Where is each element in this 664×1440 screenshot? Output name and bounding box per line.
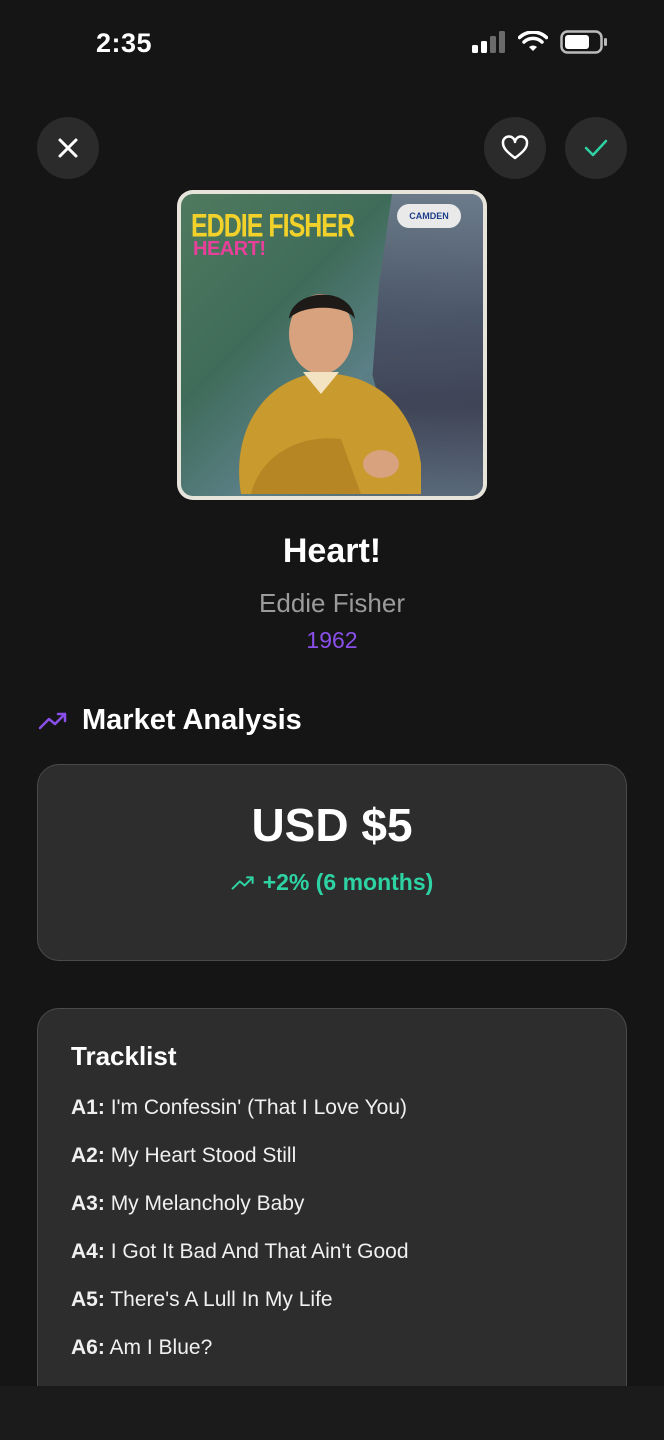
- close-icon: [58, 138, 78, 158]
- favorite-button[interactable]: [484, 117, 546, 179]
- trending-up-icon: [231, 875, 254, 890]
- track-name: My Melancholy Baby: [110, 1192, 305, 1215]
- heart-icon: [501, 135, 529, 160]
- market-price: USD $5: [251, 799, 413, 851]
- album-cover-art: EDDIE FISHER HEART! CAMDEN: [181, 194, 483, 496]
- record-detail-screen: 2:35 EDDIE FISHER HEART! CAMDEN Heart! E…: [0, 0, 664, 1440]
- track-position: A6:: [71, 1336, 105, 1359]
- track-position: A2:: [71, 1144, 105, 1167]
- cover-title-text: HEART!: [193, 238, 266, 260]
- price-change: +2% (6 months): [0, 869, 664, 896]
- wifi-icon: [518, 31, 548, 51]
- market-analysis-label: Market Analysis: [82, 704, 302, 736]
- track-item: A3: My Melancholy Baby: [71, 1192, 409, 1240]
- track-position: A1:: [71, 1096, 105, 1119]
- track-name: I Got It Bad And That Ain't Good: [110, 1240, 409, 1263]
- track-name: My Heart Stood Still: [110, 1144, 297, 1167]
- status-icons: [472, 30, 608, 54]
- track-position: A4:: [71, 1240, 105, 1263]
- track-name: Am I Blue?: [109, 1336, 213, 1359]
- album-year: 1962: [306, 627, 358, 653]
- tracklist-header: Tracklist: [71, 1041, 177, 1071]
- cover-label-badge: CAMDEN: [397, 204, 461, 228]
- track-item: A5: There's A Lull In My Life: [71, 1288, 409, 1336]
- status-time: 2:35: [96, 28, 153, 58]
- track-position: A5:: [71, 1288, 105, 1311]
- track-item: A6: Am I Blue?: [71, 1336, 409, 1384]
- close-button[interactable]: [37, 117, 99, 179]
- cover-person-figure: [239, 294, 421, 494]
- tracklist: A1: I'm Confessin' (That I Love You) A2:…: [71, 1096, 409, 1384]
- track-name: I'm Confessin' (That I Love You): [110, 1096, 408, 1119]
- track-item: A2: My Heart Stood Still: [71, 1144, 409, 1192]
- album-cover: EDDIE FISHER HEART! CAMDEN: [177, 190, 487, 500]
- bottom-bar-background: [0, 1386, 664, 1440]
- track-item: A1: I'm Confessin' (That I Love You): [71, 1096, 409, 1144]
- add-to-collection-button[interactable]: [565, 117, 627, 179]
- signal-icon: [472, 31, 505, 53]
- track-position: A3:: [71, 1192, 105, 1215]
- price-change-text: +2% (6 months): [262, 869, 434, 895]
- trending-up-icon: [38, 712, 67, 729]
- market-analysis-header: Market Analysis: [38, 704, 302, 737]
- price-card: [37, 764, 627, 961]
- track-name: There's A Lull In My Life: [110, 1288, 333, 1311]
- album-title: Heart!: [282, 532, 382, 570]
- album-artist[interactable]: Eddie Fisher: [0, 588, 664, 619]
- check-icon: [584, 139, 608, 157]
- track-item: A4: I Got It Bad And That Ain't Good: [71, 1240, 409, 1288]
- battery-icon: [560, 30, 607, 54]
